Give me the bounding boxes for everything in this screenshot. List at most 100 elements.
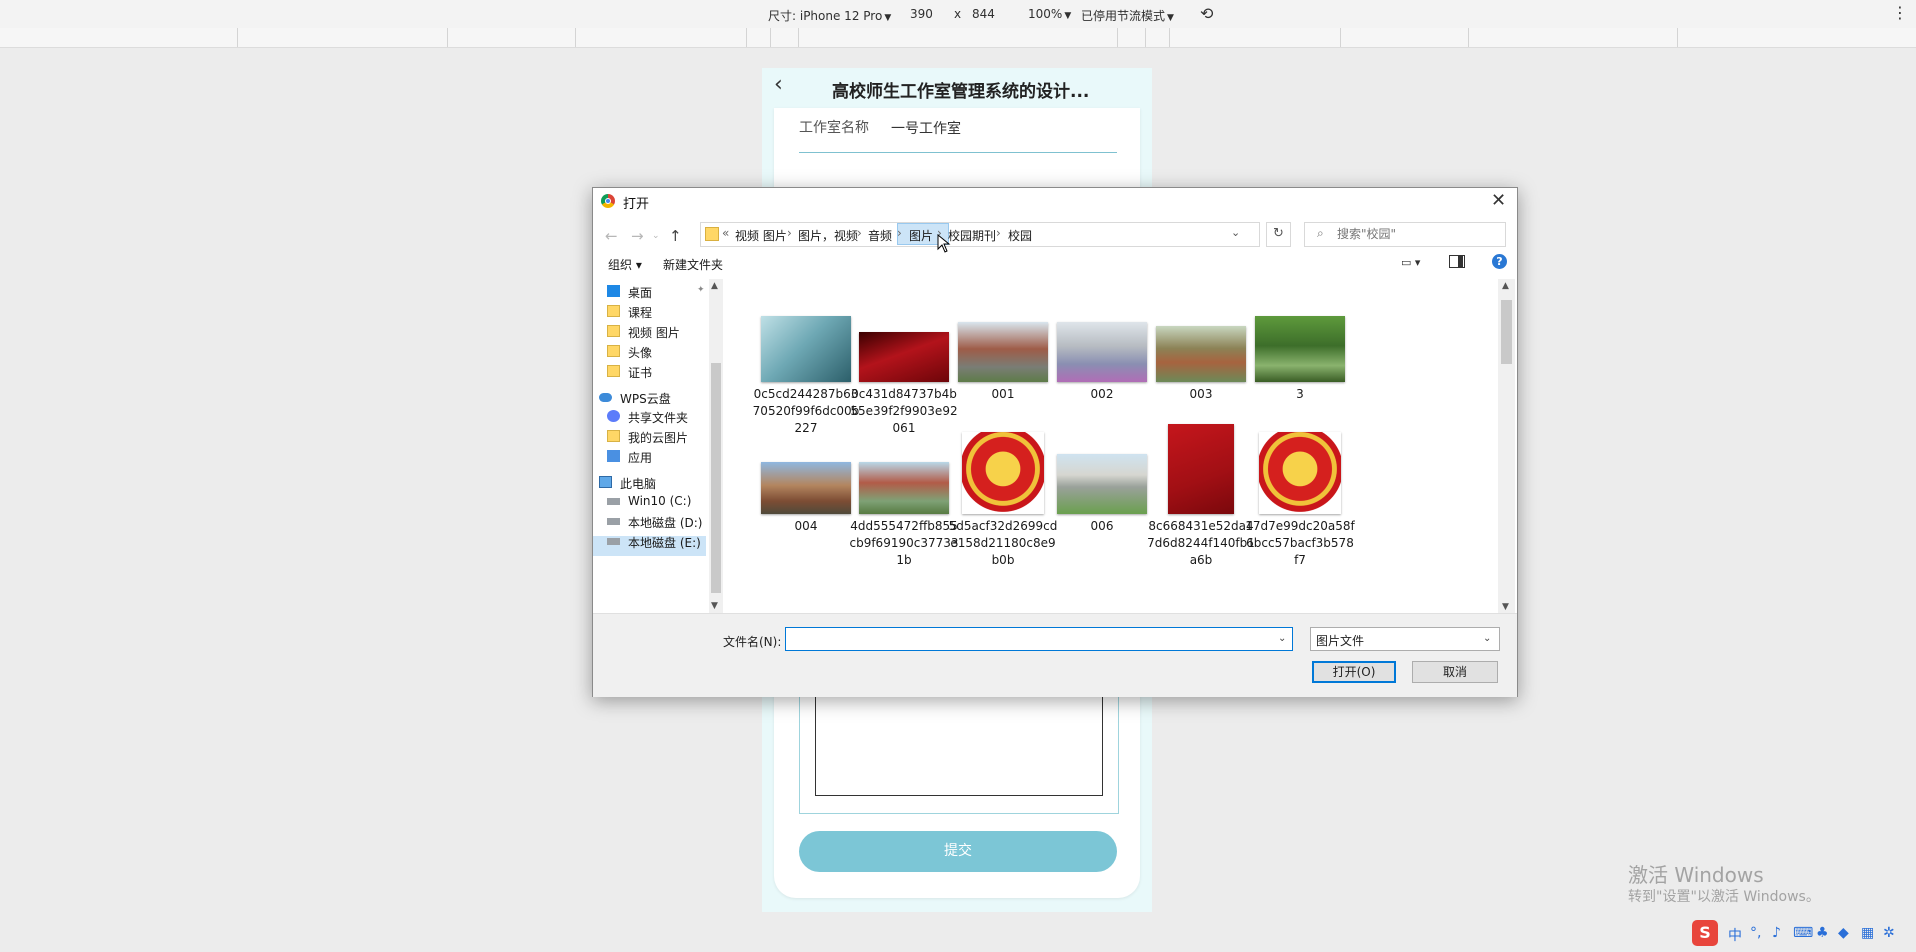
chevron-down-icon: ▼ [1064, 11, 1072, 21]
keyboard-icon[interactable]: ⌨ [1793, 925, 1813, 941]
file-name: 8c668431e52da47d6d8244f140fb1a6b [1147, 519, 1255, 567]
divider [1468, 28, 1469, 47]
device-selector[interactable]: 尺寸: iPhone 12 Pro ▼ [768, 7, 891, 24]
folder-icon [705, 227, 719, 241]
recent-dropdown-icon[interactable]: ⌄ [652, 231, 660, 241]
divider [1340, 28, 1341, 47]
file-item[interactable]: 0c5cd244287b6370520f99f6dc00b227 [751, 316, 861, 437]
organize-button[interactable]: 组织 ▾ [608, 256, 642, 273]
breadcrumb-item[interactable]: 校园 [1008, 227, 1032, 244]
up-arrow-icon[interactable]: ↑ [669, 227, 682, 245]
file-item[interactable]: 003 [1146, 326, 1256, 403]
view-options-icon[interactable]: ▭ ▾ [1401, 256, 1420, 269]
file-name: 3 [1296, 387, 1304, 401]
forward-arrow-icon[interactable]: → [631, 227, 644, 245]
search-input[interactable] [1337, 227, 1497, 241]
breadcrumb-item[interactable]: 视频 图片 [735, 227, 787, 244]
address-bar[interactable]: « 视频 图片 › 图片，视频 › 音频 › 图片 › 校园期刊 › 校园 ⌄ [700, 222, 1260, 247]
chevron-down-icon[interactable]: ⌄ [1231, 226, 1240, 239]
file-item[interactable]: 001 [948, 322, 1058, 403]
sogou-icon[interactable]: S [1692, 920, 1718, 946]
skin-icon[interactable]: ♣ [1816, 925, 1829, 941]
chevron-right-icon[interactable]: › [996, 226, 1001, 240]
search-box[interactable]: ⌕ [1304, 222, 1506, 247]
description-textarea[interactable] [815, 693, 1103, 796]
nav-item[interactable]: 本地磁盘 (E:) [593, 532, 723, 552]
scroll-down-icon[interactable]: ▼ [711, 601, 718, 611]
chevron-right-icon[interactable]: › [897, 226, 902, 240]
folder-icon [607, 325, 620, 337]
breadcrumb-item[interactable]: 校园期刊 [948, 227, 996, 244]
submit-button[interactable]: 提交 [799, 831, 1117, 872]
breadcrumb-item[interactable]: 图片，视频 [798, 227, 858, 244]
zoom-selector[interactable]: 100% ▼ [1028, 7, 1071, 21]
divider [798, 28, 799, 47]
refresh-icon[interactable]: ↻ [1266, 222, 1291, 247]
file-item[interactable]: 8c668431e52da47d6d8244f140fb1a6b [1146, 424, 1256, 569]
chevron-right-icon[interactable]: › [787, 226, 792, 240]
punctuation-icon[interactable]: °, [1750, 925, 1761, 941]
file-item[interactable]: 3 [1245, 316, 1355, 403]
file-item[interactable]: 0c431d84737b4b55e39f2f9903e92061 [849, 332, 959, 437]
game-icon[interactable]: ◆ [1838, 925, 1849, 941]
ime-lang-label[interactable]: 中 [1728, 925, 1742, 945]
overflow-chevron-icon[interactable]: « [722, 226, 729, 240]
more-options-icon[interactable]: ⋮ [1892, 3, 1908, 22]
new-folder-button[interactable]: 新建文件夹 [663, 256, 723, 273]
chevron-down-icon[interactable]: ⌄ [1278, 633, 1286, 644]
nav-item[interactable]: 课程 [593, 302, 723, 322]
back-arrow-icon[interactable]: ← [605, 227, 618, 245]
times-label: x [954, 7, 962, 21]
file-item[interactable]: 004 [751, 462, 861, 535]
cancel-button[interactable]: 取消 [1412, 661, 1498, 683]
nav-item[interactable]: 视频 图片 [593, 322, 723, 342]
close-icon[interactable]: ✕ [1491, 190, 1506, 211]
breadcrumb-item[interactable]: 图片 [909, 227, 933, 244]
nav-item-label: 证书 [628, 366, 653, 380]
scroll-down-icon[interactable]: ▼ [1502, 602, 1509, 612]
nav-item[interactable]: 本地磁盘 (D:) [593, 512, 723, 532]
scroll-up-icon[interactable]: ▲ [1502, 281, 1509, 291]
nav-item[interactable]: 证书 [593, 362, 723, 382]
breadcrumb-item[interactable]: 音频 [868, 227, 892, 244]
divider [237, 28, 238, 47]
nav-item[interactable]: 此电脑 [593, 473, 723, 493]
height-input[interactable]: 844 [972, 7, 995, 21]
preview-pane-icon[interactable] [1449, 255, 1465, 268]
ime-toolbar: S 中 °, ♪ ⌨ ♣ ◆ ▦ ✲ [1692, 918, 1916, 952]
studio-name-value[interactable]: 一号工作室 [891, 118, 961, 138]
divider [770, 28, 771, 47]
throttle-selector[interactable]: 已停用节流模式 ▼ [1081, 7, 1174, 24]
nav-item[interactable]: 共享文件夹 [593, 407, 723, 427]
open-button[interactable]: 打开(O) [1312, 661, 1396, 683]
filename-input[interactable]: ⌄ [785, 627, 1293, 651]
file-scrollbar-thumb[interactable] [1501, 300, 1512, 364]
search-icon: ⌕ [1317, 226, 1324, 240]
file-item[interactable]: 006 [1047, 454, 1157, 535]
chevron-right-icon[interactable]: › [857, 226, 862, 240]
pin-icon[interactable]: ✦ [697, 285, 705, 295]
nav-item-label: 头像 [628, 346, 653, 360]
nav-scrollbar-thumb[interactable] [711, 363, 721, 593]
scroll-up-icon[interactable]: ▲ [711, 281, 718, 291]
file-item[interactable]: 5d5acf32d2699cde158d21180c8e9b0b [948, 432, 1058, 569]
back-icon[interactable]: ‹ [774, 72, 783, 97]
file-item[interactable]: 002 [1047, 322, 1157, 403]
help-icon[interactable]: ? [1492, 254, 1507, 269]
activation-watermark-title: 激活 Windows [1628, 863, 1764, 887]
nav-item[interactable]: 应用 [593, 447, 723, 467]
nav-item[interactable]: WPS云盘 [593, 388, 723, 408]
nav-item[interactable]: 我的云图片 [593, 427, 723, 447]
file-name: 006 [1090, 519, 1114, 533]
nav-item[interactable]: 头像 [593, 342, 723, 362]
nav-item-label: 本地磁盘 (D:) [628, 516, 703, 530]
toolbox-icon[interactable]: ▦ [1861, 925, 1874, 941]
microphone-icon[interactable]: ♪ [1772, 925, 1781, 941]
filetype-select[interactable]: 图片文件 ⌄ [1310, 627, 1500, 651]
settings-icon[interactable]: ✲ [1883, 925, 1895, 941]
file-item[interactable]: 4dd555472ffb855cb9f69190c377331b [849, 462, 959, 569]
rotate-icon[interactable]: ⟲ [1200, 4, 1213, 23]
width-input[interactable]: 390 [910, 7, 933, 21]
file-item[interactable]: 17d7e99dc20a58f6bcc57bacf3b578f7 [1245, 432, 1355, 569]
nav-item[interactable]: Win10 (C:) [593, 492, 723, 512]
